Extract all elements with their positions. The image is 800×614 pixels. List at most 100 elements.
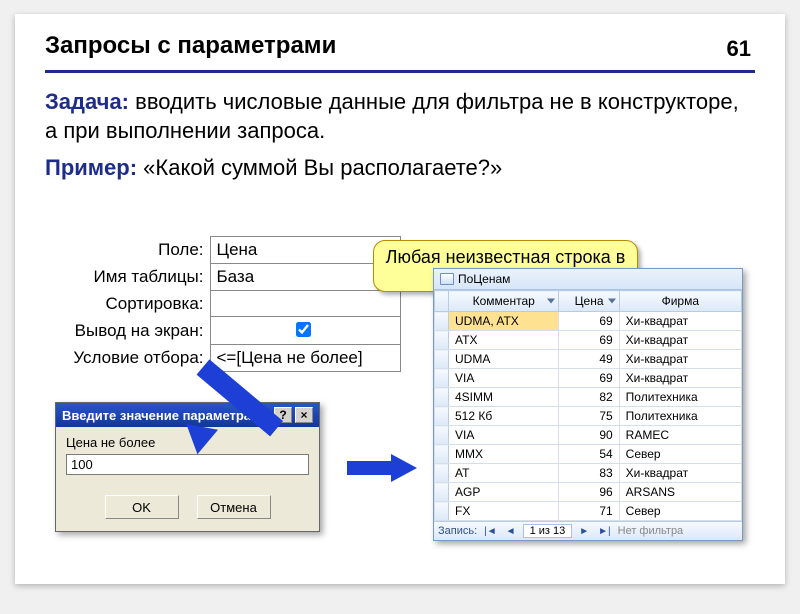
row-selector[interactable]	[435, 407, 449, 426]
cell-price[interactable]: 75	[559, 407, 619, 426]
row-selector[interactable]	[435, 331, 449, 350]
cell-price[interactable]: 83	[559, 464, 619, 483]
cell-firm[interactable]: Хи-квадрат	[619, 312, 741, 331]
criteria-row-label: Условие отбора:	[55, 345, 210, 372]
row-selector[interactable]	[435, 445, 449, 464]
table-row-value[interactable]: База	[210, 264, 400, 291]
cell-price[interactable]: 69	[559, 369, 619, 388]
show-checkbox[interactable]	[296, 322, 311, 337]
nav-first-icon[interactable]: |◄	[482, 526, 499, 537]
field-row-label: Поле:	[55, 237, 210, 264]
slide-title: Запросы с параметрами	[45, 32, 755, 60]
table-row[interactable]: UDMA, ATX69Хи-квадрат	[435, 312, 742, 331]
cell-comment[interactable]: MMX	[449, 445, 559, 464]
cell-comment[interactable]: UDMA	[449, 350, 559, 369]
nav-label: Запись:	[438, 525, 477, 537]
example-label: Пример:	[45, 155, 137, 180]
example-line: Пример: «Какой суммой Вы располагаете?»	[45, 153, 755, 182]
cell-price[interactable]: 90	[559, 426, 619, 445]
table-row[interactable]: AGP96ARSANS	[435, 483, 742, 502]
cell-price[interactable]: 82	[559, 388, 619, 407]
example-text: «Какой суммой Вы располагаете?»	[137, 155, 502, 180]
row-selector[interactable]	[435, 483, 449, 502]
cell-firm[interactable]: Хи-квадрат	[619, 331, 741, 350]
table-row-label: Имя таблицы:	[55, 264, 210, 291]
nav-position[interactable]: 1 из 13	[523, 524, 573, 538]
table-row[interactable]: 512 Кб75Политехника	[435, 407, 742, 426]
field-row-value[interactable]: Цена	[210, 237, 400, 264]
row-selector[interactable]	[435, 369, 449, 388]
nav-next-icon[interactable]: ►	[577, 526, 591, 537]
table-row[interactable]: VIA90RAMEC	[435, 426, 742, 445]
datasheet-tab[interactable]: ПоЦенам	[434, 269, 742, 290]
task-label: Задача:	[45, 89, 129, 114]
record-navigator: Запись: |◄ ◄ 1 из 13 ► ►| Нет фильтра	[434, 521, 742, 540]
cell-comment[interactable]: 512 Кб	[449, 407, 559, 426]
cell-comment[interactable]: VIA	[449, 369, 559, 388]
show-row-value[interactable]	[210, 317, 400, 345]
query-designer: Поле: Цена Имя таблицы: База Сортировка:…	[55, 236, 405, 372]
nav-filter-status: Нет фильтра	[618, 525, 684, 537]
page-number: 61	[727, 36, 751, 62]
ok-button[interactable]: OK	[105, 495, 179, 519]
cell-firm[interactable]: Хи-квадрат	[619, 369, 741, 388]
show-row-label: Вывод на экран:	[55, 317, 210, 345]
row-selector[interactable]	[435, 426, 449, 445]
row-selector[interactable]	[435, 388, 449, 407]
sort-row-value[interactable]	[210, 291, 400, 317]
datasheet-icon	[440, 273, 454, 285]
nav-last-icon[interactable]: ►|	[596, 526, 613, 537]
table-row[interactable]: 4SIMM82Политехника	[435, 388, 742, 407]
cell-firm[interactable]: ARSANS	[619, 483, 741, 502]
title-rule	[45, 70, 755, 73]
cell-comment[interactable]: 4SIMM	[449, 388, 559, 407]
col-price[interactable]: Цена	[559, 291, 619, 312]
cell-firm[interactable]: Север	[619, 445, 741, 464]
col-comment[interactable]: Комментар	[449, 291, 559, 312]
table-row[interactable]: AT83Хи-квадрат	[435, 464, 742, 483]
cell-comment[interactable]: FX	[449, 502, 559, 521]
row-selector[interactable]	[435, 464, 449, 483]
table-row[interactable]: MMX54Север	[435, 445, 742, 464]
cell-firm[interactable]: Хи-квадрат	[619, 350, 741, 369]
cell-comment[interactable]: VIA	[449, 426, 559, 445]
cell-price[interactable]: 71	[559, 502, 619, 521]
datasheet-tab-label: ПоЦенам	[458, 272, 510, 286]
task-line: Задача: вводить числовые данные для филь…	[45, 87, 755, 145]
table-row[interactable]: UDMA49Хи-квадрат	[435, 350, 742, 369]
cancel-button[interactable]: Отмена	[197, 495, 271, 519]
task-text: вводить числовые данные для фильтра не в…	[45, 89, 739, 143]
row-selector[interactable]	[435, 350, 449, 369]
chevron-down-icon[interactable]	[547, 299, 555, 304]
cell-price[interactable]: 69	[559, 312, 619, 331]
cell-comment[interactable]: ATX	[449, 331, 559, 350]
close-icon[interactable]: ×	[295, 407, 313, 423]
col-firm[interactable]: Фирма	[619, 291, 741, 312]
row-selector[interactable]	[435, 502, 449, 521]
cell-comment[interactable]: UDMA, ATX	[449, 312, 559, 331]
cell-price[interactable]: 54	[559, 445, 619, 464]
cell-firm[interactable]: Политехника	[619, 388, 741, 407]
cell-price[interactable]: 49	[559, 350, 619, 369]
cell-price[interactable]: 96	[559, 483, 619, 502]
result-datasheet: ПоЦенам Комментар Цена Фирма UDMA, ATX69…	[433, 268, 743, 541]
table-row[interactable]: FX71Север	[435, 502, 742, 521]
slide: 61 Запросы с параметрами Задача: вводить…	[15, 14, 785, 584]
arrow-dialog-to-result	[347, 454, 419, 482]
dialog-title: Введите значение параметра	[62, 408, 251, 423]
row-selector[interactable]	[435, 312, 449, 331]
cell-firm[interactable]: Север	[619, 502, 741, 521]
cell-price[interactable]: 69	[559, 331, 619, 350]
cell-firm[interactable]: Хи-квадрат	[619, 464, 741, 483]
cell-comment[interactable]: AT	[449, 464, 559, 483]
table-row[interactable]: ATX69Хи-квадрат	[435, 331, 742, 350]
nav-prev-icon[interactable]: ◄	[504, 526, 518, 537]
criteria-row-value[interactable]: <=[Цена не более]	[210, 345, 400, 372]
cell-comment[interactable]: AGP	[449, 483, 559, 502]
cell-firm[interactable]: Политехника	[619, 407, 741, 426]
cell-firm[interactable]: RAMEC	[619, 426, 741, 445]
chevron-down-icon[interactable]	[608, 299, 616, 304]
sort-row-label: Сортировка:	[55, 291, 210, 317]
table-row[interactable]: VIA69Хи-квадрат	[435, 369, 742, 388]
parameter-input[interactable]	[66, 454, 309, 475]
